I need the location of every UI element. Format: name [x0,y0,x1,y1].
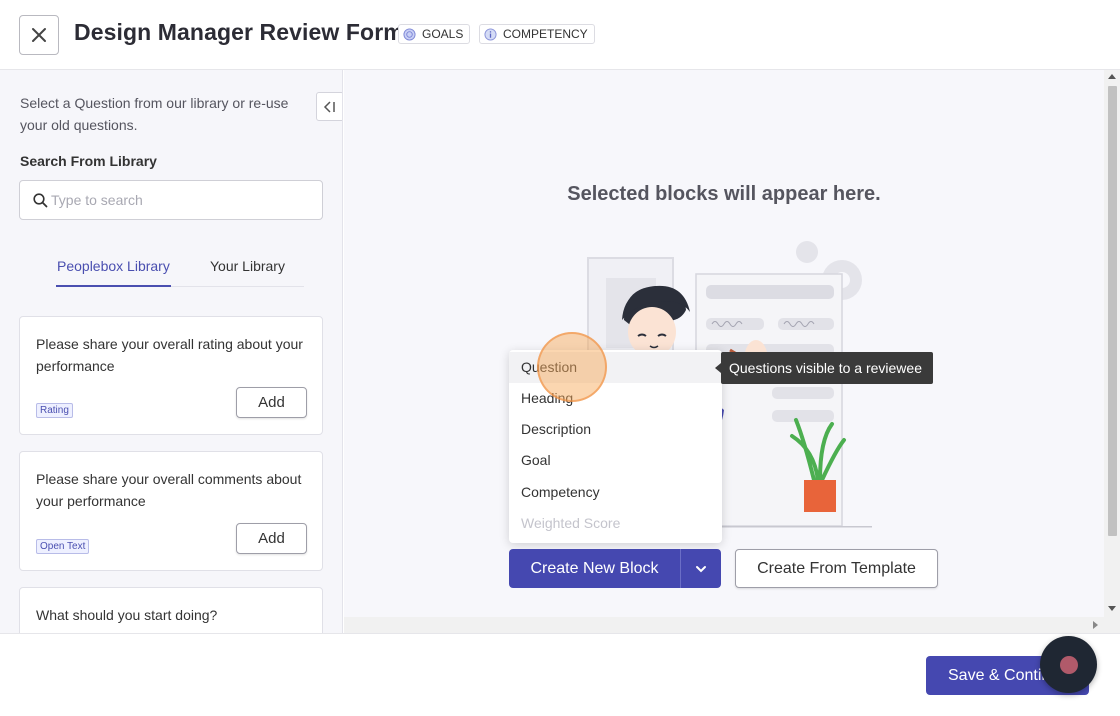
info-circle-icon [484,27,497,41]
tab-your-library[interactable]: Your Library [210,258,285,274]
create-from-template-button[interactable]: Create From Template [735,549,938,588]
horizontal-scrollbar[interactable] [344,617,1104,633]
goals-tag: GOALS [398,24,471,44]
page-title: Design Manager Review Form [74,19,404,45]
collapse-left-icon [323,100,335,113]
search-box [19,180,323,220]
question-library-panel: Select a Question from our library or re… [0,70,343,633]
chat-icon [1059,655,1078,674]
library-question-card: Please share your overall rating about y… [19,316,323,435]
competency-tag: COMPETENCY [479,24,595,44]
competency-tag-label: COMPETENCY [503,27,588,41]
add-question-button[interactable]: Add [236,523,307,554]
active-tab-indicator [56,285,171,287]
library-question-card: What should you start doing? [19,587,323,633]
empty-state-title: Selected blocks will appear here. [567,183,881,205]
library-intro-text: Select a Question from our library or re… [20,95,289,133]
library-question-card: Please share your overall comments about… [19,451,323,571]
add-question-button[interactable]: Add [236,387,307,418]
scroll-right-arrow[interactable] [1093,621,1098,629]
question-text: What should you start doing? [36,607,218,623]
scrollbar-corner [1104,617,1120,633]
question-text: Please share your overall comments about… [36,471,302,509]
dropdown-item-weighted-score: Weighted Score [521,515,621,531]
tab-peoplebox-library[interactable]: Peoplebox Library [57,258,170,274]
dropdown-item-description[interactable]: Description [509,414,722,445]
scrollbar-thumb[interactable] [1108,86,1117,536]
dropdown-item-competency[interactable]: Competency [509,477,722,508]
create-block-dropdown-toggle[interactable] [680,549,721,588]
dropdown-item-heading[interactable]: Heading [509,383,722,414]
create-new-block-button[interactable]: Create New Block [509,549,680,588]
dropdown-tooltip: Questions visible to a reviewee [715,352,933,384]
close-icon [32,28,46,42]
question-type-badge: Open Text [36,539,90,554]
scroll-down-arrow[interactable] [1108,606,1116,611]
dropdown-item-goal[interactable]: Goal [509,445,722,476]
header: Design Manager Review Form GOALS COMPETE… [0,0,1120,70]
collapse-panel-button[interactable] [316,92,342,121]
scroll-up-arrow[interactable] [1108,74,1116,79]
chat-launcher-button[interactable] [1040,636,1097,693]
search-label: Search From Library [20,153,157,169]
search-icon [33,193,48,208]
vertical-scrollbar[interactable] [1104,70,1120,617]
click-highlight [537,332,607,402]
target-icon [403,27,416,41]
question-text: Please share your overall rating about y… [36,336,303,374]
chevron-down-icon [696,565,706,572]
goals-tag-label: GOALS [422,27,464,41]
close-button[interactable] [19,15,59,55]
question-type-badge: Rating [36,403,73,418]
search-input[interactable] [51,190,311,210]
